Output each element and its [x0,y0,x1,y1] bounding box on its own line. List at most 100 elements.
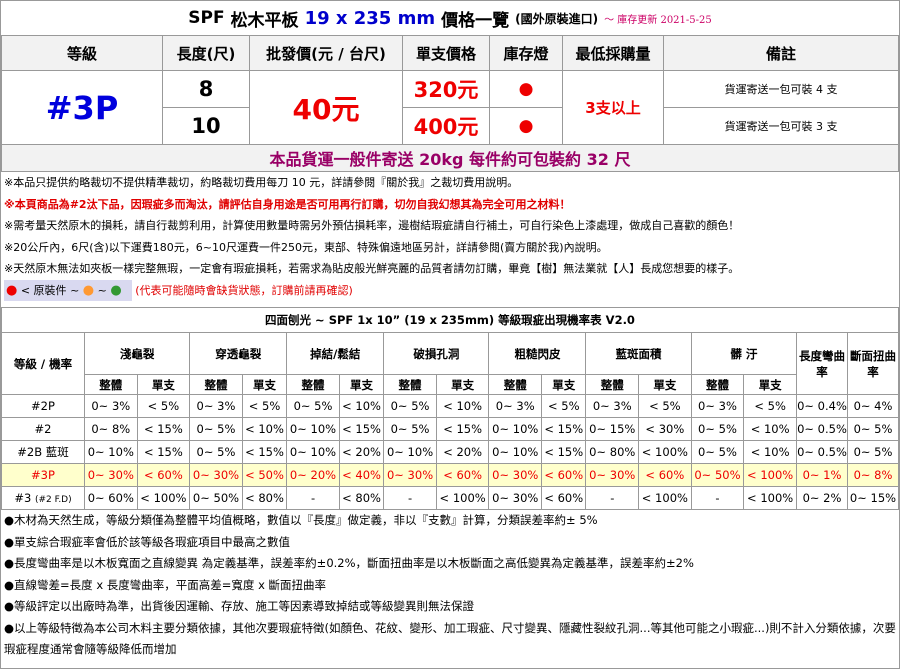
legend-warning: (代表可能隨時會缺貨狀態，訂購前請再確認) [135,283,353,297]
defect-cell: 0~ 8% [84,417,138,441]
defect-cell: - [585,486,640,510]
grade-label: #3P [31,468,55,482]
defect-cell: 0~ 5% [690,417,745,441]
length-10: 10 [162,107,250,145]
legend-row: ● < 原裝件 ~ ● ~ ● (代表可能隨時會缺貨狀態，訂購前請再確認) [4,279,896,301]
defect-cell: < 100% [743,486,797,510]
defect-cell: < 100% [435,486,490,510]
price-table: 等級 長度(尺) 批發價(元 / 台尺) 單支價格 庫存燈 最低採購量 備註 #… [1,35,899,172]
defect-cell: < 15% [241,440,288,464]
twist-header: 斷面扭曲率 [847,332,899,395]
defect-row: #2P 0~ 3% < 5% 0~ 3% < 5% 0~ 5% < 10% 0~ 5% < 10… [1,394,899,418]
defect-cell: 0~ 5% [189,417,243,441]
defect-cell: 0~ 30% [488,486,543,510]
defect-cell: 0~ 30% [488,463,543,487]
defect-row: #2B 藍斑 0~ 10% < 15% 0~ 5% < 15% 0~ 10% < 20% 0~… [1,440,899,464]
defect-row: #3P 0~ 30% < 60% 0~ 30% < 50% 0~ 20% < 40% 0~ 3… [1,463,899,487]
defect-cell: 0~ 20% [286,463,340,487]
defect-cell: < 100% [638,440,692,464]
defect-cell: < 15% [541,417,587,441]
footnotes: ●木材為天然生成，等級分類僅為整體平均值概略，數值以『長度』做定義，非以『支數』… [1,510,899,661]
defect-cell: < 100% [136,486,191,510]
grade-prob-header: 等級 / 機率 [1,332,85,395]
defect-cell: 0~ 0.5% [796,417,848,441]
defect-row: #2 0~ 8% < 15% 0~ 5% < 10% 0~ 10% < 15% 0~ 5% < … [1,417,899,441]
sub-header: 單支 [338,374,385,395]
defect-cell: < 80% [241,486,288,510]
defect-row-grade: #2P [1,394,85,418]
col-unit-price: 單支價格 [402,35,490,71]
defect-cell: < 80% [338,486,385,510]
wholesale-price: 40元 [249,70,403,145]
sub-header: 單支 [541,374,587,395]
defect-row-grade: #2 [1,417,85,441]
group-header: 穿透龜裂 [189,332,288,375]
defect-cell: < 5% [541,394,587,418]
sub-header: 整體 [383,374,437,395]
col-stock: 庫存燈 [489,35,563,71]
defect-cell: 0~ 15% [847,486,899,510]
defect-cell: < 50% [241,463,288,487]
stock-legend: ● < 原裝件 ~ ● ~ ● [4,279,132,301]
price-list-label: 價格一覽 [441,10,510,31]
defect-cell: < 10% [241,417,288,441]
legend-sep: ~ [70,283,80,297]
defect-cell: < 60% [435,463,490,487]
page: SPF 松木平板 19 x 235 mm 價格一覽 (國外原裝進口) ～ 庫存更… [0,0,900,669]
defect-cell: 0~ 3% [585,394,640,418]
defect-cell: < 15% [435,417,490,441]
col-length: 長度(尺) [162,35,250,71]
defect-cell: 0~ 3% [189,394,243,418]
defect-cell: 0~ 10% [84,440,138,464]
legend-label: < 原裝件 [20,283,67,297]
defect-table-title: 四面刨光 ~ SPF 1x 10” (19 x 235mm) 等級瑕疵出現機率表… [1,307,899,333]
defect-cell: 0~ 4% [847,394,899,418]
footnote-item: ●等級評定以出廠時為準，出貨後因運輸、存放、施工等因素導致掉結或等級變異則無法保… [4,599,475,613]
sub-header: 單支 [743,374,797,395]
note-item: ※本品只提供約略裁切不提供精準裁切，約略裁切費用每刀 10 元，詳請參閱『關於我… [4,176,519,189]
sub-header: 單支 [638,374,692,395]
defect-cell: 0~ 50% [690,463,745,487]
grade-label: #2P [31,399,55,413]
sub-header: 整體 [286,374,340,395]
col-grade: 等級 [1,35,163,71]
legend-sep: ~ [97,283,107,297]
defect-row-grade: #2B 藍斑 [1,440,85,464]
defect-cell: < 20% [435,440,490,464]
sub-header: 單支 [136,374,191,395]
sub-header: 單支 [241,374,288,395]
orange-dot-icon: ● [82,282,95,298]
defect-cell: < 5% [136,394,191,418]
unit-price-8: 320元 [402,70,490,108]
defect-cell: < 5% [638,394,692,418]
defect-cell: - [383,486,437,510]
defect-cell: < 15% [136,440,191,464]
notes-block: ※本品只提供約略裁切不提供精準裁切，約略裁切費用每刀 10 元，詳請參閱『關於我… [1,172,899,301]
group-header: 掉結/鬆結 [286,332,385,375]
defect-cell: 0~ 3% [488,394,543,418]
defect-cell: - [690,486,745,510]
group-header: 粗糙閃皮 [488,332,587,375]
defect-cell: 0~ 5% [847,440,899,464]
defect-cell: < 5% [743,394,797,418]
defect-cell: 0~ 10% [286,417,340,441]
defect-cell: < 20% [338,440,385,464]
sub-header: 整體 [488,374,543,395]
brand: SPF [188,8,225,28]
unit-price-10: 400元 [402,107,490,145]
sub-header: 整體 [690,374,745,395]
defect-cell: 0~ 5% [286,394,340,418]
defect-cell: < 100% [743,463,797,487]
defect-cell: 0~ 8% [847,463,899,487]
origin-label: (國外原裝進口) [515,11,599,26]
footnote-item: ●以上等級特徵為本公司木料主要分類依據，其他次要瑕疵特徵(如顏色、花紋、變形、加… [4,620,896,657]
col-wholesale: 批發價(元 / 台尺) [249,35,403,71]
note-item-warning: ※本頁商品為#2汰下品，因瑕疵多而淘汰，請評估自身用途是否可用再行訂購，切勿自我… [4,197,571,211]
grade-label: #2 [34,422,52,436]
stock-light-10: ● [489,107,563,145]
sub-header: 整體 [585,374,640,395]
defect-cell: - [286,486,340,510]
defect-cell: 0~ 50% [189,486,243,510]
footnote-item: ●長度彎曲率是以木板寬面之直線變異 為定義基準，誤差率約±0.2%，斷面扭曲率是… [4,556,694,570]
defect-cell: 0~ 10% [383,440,437,464]
